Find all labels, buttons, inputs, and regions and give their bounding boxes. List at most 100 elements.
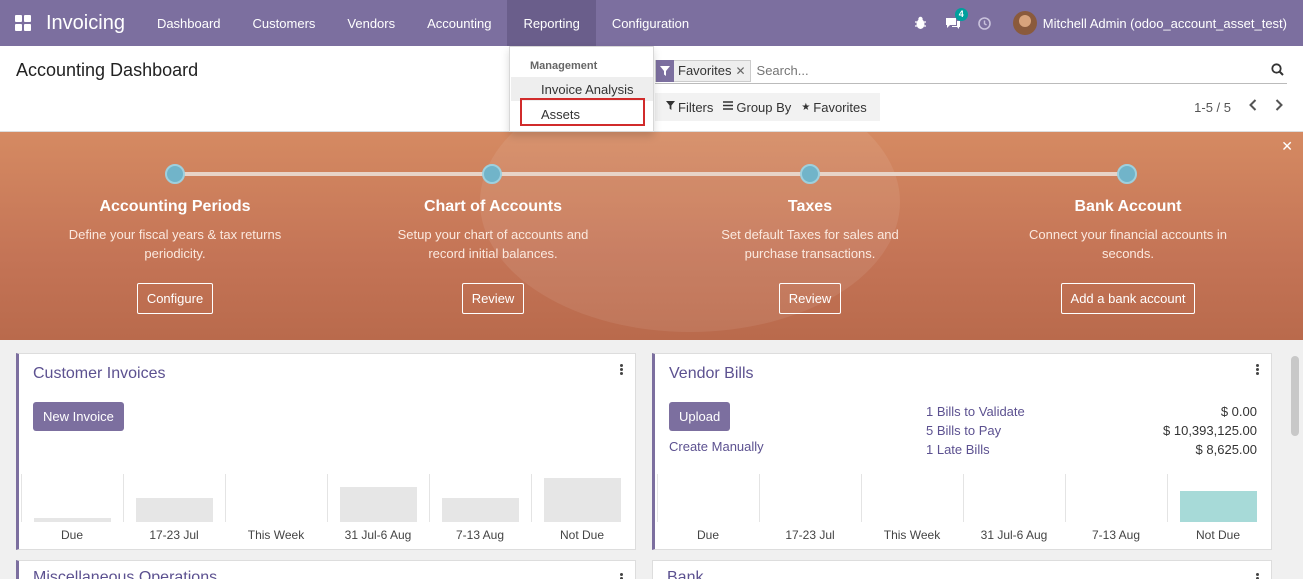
chart-label: 7-13 Aug xyxy=(455,528,505,542)
chart-column xyxy=(1065,474,1167,522)
onboarding-banner: ✕ Accounting Periods Define your fiscal … xyxy=(0,132,1303,340)
groupby-button[interactable]: Group By xyxy=(718,100,796,115)
chart-bar[interactable] xyxy=(544,478,621,522)
bug-icon[interactable] xyxy=(905,16,937,30)
bills-to-validate-link[interactable]: 1 Bills to Validate xyxy=(926,404,1025,419)
scrollbar-thumb[interactable] xyxy=(1291,356,1299,436)
app-title[interactable]: Invoicing xyxy=(46,12,125,35)
chart-label: This Week xyxy=(883,528,941,542)
search-options-bar: Filters Group By ★ Favorites xyxy=(655,93,880,121)
favorites-button[interactable]: ★ Favorites xyxy=(796,100,871,115)
chart-column xyxy=(21,474,123,522)
create-manually-link[interactable]: Create Manually xyxy=(669,439,764,454)
chart-column xyxy=(657,474,759,522)
step-dot xyxy=(165,164,185,184)
menu-dashboard[interactable]: Dashboard xyxy=(141,0,237,46)
pager: 1-5 / 5 xyxy=(1194,98,1283,116)
card-title[interactable]: Vendor Bills xyxy=(669,365,754,383)
user-menu[interactable]: Mitchell Admin (odoo_account_asset_test) xyxy=(1043,16,1287,31)
facet-label: Favorites xyxy=(678,63,732,78)
step-title: Chart of Accounts xyxy=(423,198,563,215)
menu-configuration[interactable]: Configuration xyxy=(596,0,705,46)
chat-badge: 4 xyxy=(954,7,968,21)
customer-invoices-card: Customer Invoices New Invoice Due 17-23 J… xyxy=(16,353,636,550)
chart-label: 17-23 Jul xyxy=(785,528,835,542)
step-description: Define your fiscal years & tax returns p… xyxy=(68,227,282,261)
chart-column xyxy=(225,474,327,522)
facet-remove-icon[interactable]: ✕ xyxy=(735,64,749,78)
systray: 4 Mitchell Admin (odoo_account_asset_tes… xyxy=(905,0,1303,46)
card-title[interactable]: Customer Invoices xyxy=(33,365,166,383)
chart-column xyxy=(759,474,861,522)
step-bank-account: Bank Account Connect your financial acco… xyxy=(1013,198,1243,314)
chart-column xyxy=(963,474,1065,522)
clock-icon[interactable] xyxy=(969,16,1001,30)
card-menu-icon[interactable] xyxy=(1255,364,1259,376)
bills-to-pay-amount: $ 10,393,125.00 xyxy=(1163,423,1257,438)
review-button[interactable]: Review xyxy=(461,283,525,314)
pager-value[interactable]: 1-5 / 5 xyxy=(1194,100,1231,115)
chat-icon[interactable]: 4 xyxy=(937,7,969,30)
chart-bar[interactable] xyxy=(136,498,213,522)
search-facet: Favorites ✕ xyxy=(655,59,751,82)
card-menu-icon[interactable] xyxy=(1255,573,1259,579)
top-navbar: Invoicing Dashboard Customers Vendors Ac… xyxy=(0,0,1303,46)
step-description: Connect your financial accounts in secon… xyxy=(1028,227,1227,261)
bills-to-pay-link[interactable]: 5 Bills to Pay xyxy=(926,423,1001,438)
dropdown-section-header: Management xyxy=(530,60,598,72)
assets-highlight-box xyxy=(520,98,645,126)
search-input[interactable] xyxy=(750,63,1267,78)
chart-bar[interactable] xyxy=(340,487,417,522)
card-title[interactable]: Bank xyxy=(667,569,703,579)
card-title[interactable]: Miscellaneous Operations xyxy=(33,569,217,579)
search-box: Favorites ✕ xyxy=(655,58,1287,84)
miscellaneous-operations-card: Miscellaneous Operations xyxy=(16,560,636,579)
page-title: Accounting Dashboard xyxy=(16,60,199,80)
list-icon xyxy=(723,101,734,113)
step-accounting-periods: Accounting Periods Define your fiscal ye… xyxy=(60,198,290,314)
chart-label: Not Due xyxy=(559,528,605,542)
add-bank-account-button[interactable]: Add a bank account xyxy=(1060,283,1196,314)
chart-column xyxy=(1167,474,1269,522)
funnel-icon xyxy=(666,101,675,113)
step-dot xyxy=(482,164,502,184)
step-dot xyxy=(1117,164,1137,184)
avatar[interactable] xyxy=(1012,11,1037,35)
menu-customers[interactable]: Customers xyxy=(237,0,332,46)
step-description: Setup your chart of accounts and record … xyxy=(397,227,589,261)
upload-button[interactable]: Upload xyxy=(669,402,731,431)
pager-next-icon[interactable] xyxy=(1275,98,1283,116)
filters-label: Filters xyxy=(678,99,714,115)
chart-column xyxy=(327,474,429,522)
card-menu-icon[interactable] xyxy=(619,573,623,579)
chart-column xyxy=(429,474,531,522)
chart-label: Due xyxy=(60,528,83,542)
menu-vendors[interactable]: Vendors xyxy=(331,0,411,46)
chart-bar[interactable] xyxy=(34,518,111,522)
bills-to-validate-amount: $ 0.00 xyxy=(1220,404,1257,419)
configure-button[interactable]: Configure xyxy=(136,283,214,314)
filter-funnel-icon xyxy=(656,59,674,82)
step-title: Accounting Periods xyxy=(99,198,251,215)
new-invoice-button[interactable]: New Invoice xyxy=(33,402,124,431)
step-taxes: Taxes Set default Taxes for sales and pu… xyxy=(695,198,925,314)
menu-reporting[interactable]: Reporting xyxy=(507,0,596,46)
chart-column xyxy=(123,474,225,522)
chart-label: This Week xyxy=(247,528,305,542)
pager-prev-icon[interactable] xyxy=(1249,98,1257,116)
card-menu-icon[interactable] xyxy=(619,364,623,376)
step-title: Taxes xyxy=(787,198,833,215)
late-bills-link[interactable]: 1 Late Bills xyxy=(926,442,990,457)
chart-bar[interactable] xyxy=(442,498,519,522)
step-dot xyxy=(800,164,820,184)
apps-menu-icon[interactable] xyxy=(0,0,46,46)
search-icon[interactable] xyxy=(1267,62,1287,79)
close-icon[interactable]: ✕ xyxy=(1281,138,1293,155)
chart-label: Not Due xyxy=(1195,528,1241,542)
bank-card: Bank xyxy=(652,560,1272,579)
menu-accounting[interactable]: Accounting xyxy=(411,0,507,46)
filters-button[interactable]: Filters xyxy=(661,100,718,115)
review-button[interactable]: Review xyxy=(778,283,842,314)
late-bills-amount: $ 8,625.00 xyxy=(1195,442,1257,457)
chart-bar[interactable] xyxy=(1180,491,1257,522)
